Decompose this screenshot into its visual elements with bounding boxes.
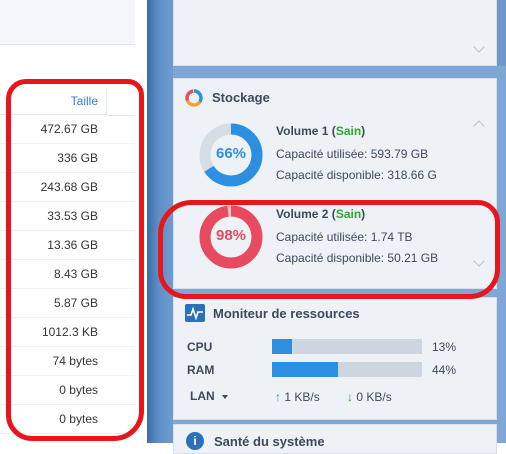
size-column-header[interactable]: Taille (0, 88, 107, 115)
system-health-title: Santé du système (214, 434, 325, 449)
volume-2-used: Capacité utilisée: 1.74 TB (276, 230, 413, 244)
file-size-cell: 336 GB (0, 144, 135, 173)
cpu-label: CPU (187, 340, 213, 354)
file-size-cell: 5.87 GB (0, 289, 135, 318)
volume-2-label: Volume 2 (276, 207, 329, 221)
scrollbar[interactable] (497, 0, 506, 66)
cpu-value: 13% (432, 340, 457, 354)
lan-label: LAN (190, 389, 215, 403)
volume-1-free: Capacité disponible: 318.66 G (276, 168, 437, 182)
volume-1-percent: 66% (215, 145, 247, 162)
chevron-up-icon[interactable] (473, 120, 485, 132)
file-size-cell: 1012.3 KB (0, 318, 135, 347)
storage-widget: Stockage 66% Volume 1 (Sain) Capacité ut… (173, 78, 497, 289)
volume-1-used-value: 593.79 GB (370, 147, 429, 161)
file-list-panel: Taille 472.67 GB 336 GB 243.68 GB 33.53 GB 1… (0, 0, 147, 443)
free-label: Capacité disponible: (276, 251, 385, 265)
caret-down-icon (222, 394, 229, 399)
dashboard-panel: Stockage 66% Volume 1 (Sain) Capacité ut… (173, 0, 506, 454)
ram-usage-bar (272, 362, 422, 377)
cpu-usage-bar (272, 339, 422, 354)
cpu-usage-fill (272, 339, 292, 354)
file-size-cell: 472.67 GB (0, 115, 135, 144)
file-size-cell: 0 bytes (0, 405, 135, 434)
file-size-cell: 243.68 GB (0, 173, 135, 202)
lan-selector[interactable]: LAN (190, 389, 229, 403)
volume-2-percent: 98% (215, 227, 247, 244)
panel-divider (147, 0, 173, 443)
volume-2-free: Capacité disponible: 50.21 GB (276, 251, 438, 265)
ram-usage-fill (272, 362, 338, 377)
system-health-widget: i Santé du système (173, 424, 497, 454)
column-header-spacer (107, 88, 135, 116)
file-size-cell: 13.36 GB (0, 231, 135, 260)
chevron-down-icon[interactable] (473, 255, 485, 267)
lan-upload-value: 1 KB/s (284, 390, 320, 404)
volume-1-free-value: 318.66 G (387, 168, 437, 182)
ram-value: 44% (432, 363, 457, 377)
file-size-cell: 33.53 GB (0, 202, 135, 231)
upload-arrow-icon: ↑ (275, 390, 281, 404)
file-list-toolbar (0, 0, 135, 45)
storage-icon (185, 89, 203, 107)
size-column: 472.67 GB 336 GB 243.68 GB 33.53 GB 13.36 GB… (0, 115, 135, 434)
volume-1-name[interactable]: Volume 1 (Sain) (276, 124, 365, 138)
volume-1-label: Volume 1 (276, 124, 329, 138)
volume-2-used-value: 1.74 TB (370, 230, 413, 244)
storage-title: Stockage (212, 90, 270, 105)
info-icon: i (186, 432, 204, 450)
ram-label: RAM (187, 363, 215, 377)
lan-download: ↓ 0 KB/s (347, 390, 392, 404)
volume-1-used: Capacité utilisée: 593.79 GB (276, 147, 428, 161)
used-label: Capacité utilisée: (276, 147, 368, 161)
chevron-down-icon[interactable] (473, 41, 485, 53)
free-label: Capacité disponible: (276, 168, 385, 182)
volume-2-free-value: 50.21 GB (387, 251, 439, 265)
resource-monitor-title: Moniteur de ressources (213, 306, 360, 321)
pulse-monitor-icon (185, 304, 205, 322)
lan-download-value: 0 KB/s (356, 390, 392, 404)
file-size-cell: 74 bytes (0, 347, 135, 376)
resource-monitor-widget: Moniteur de ressources CPU 13% RAM 44% L… (173, 297, 497, 420)
file-size-cell: 8.43 GB (0, 260, 135, 289)
download-arrow-icon: ↓ (347, 390, 353, 404)
used-label: Capacité utilisée: (276, 230, 368, 244)
volume-2-status: Sain (335, 207, 362, 221)
file-size-cell: 0 bytes (0, 376, 135, 405)
volume-2-name[interactable]: Volume 2 (Sain) (276, 207, 365, 221)
widget-previous (173, 0, 497, 66)
volume-1-status: Sain (335, 124, 362, 138)
lan-upload: ↑ 1 KB/s (275, 390, 320, 404)
